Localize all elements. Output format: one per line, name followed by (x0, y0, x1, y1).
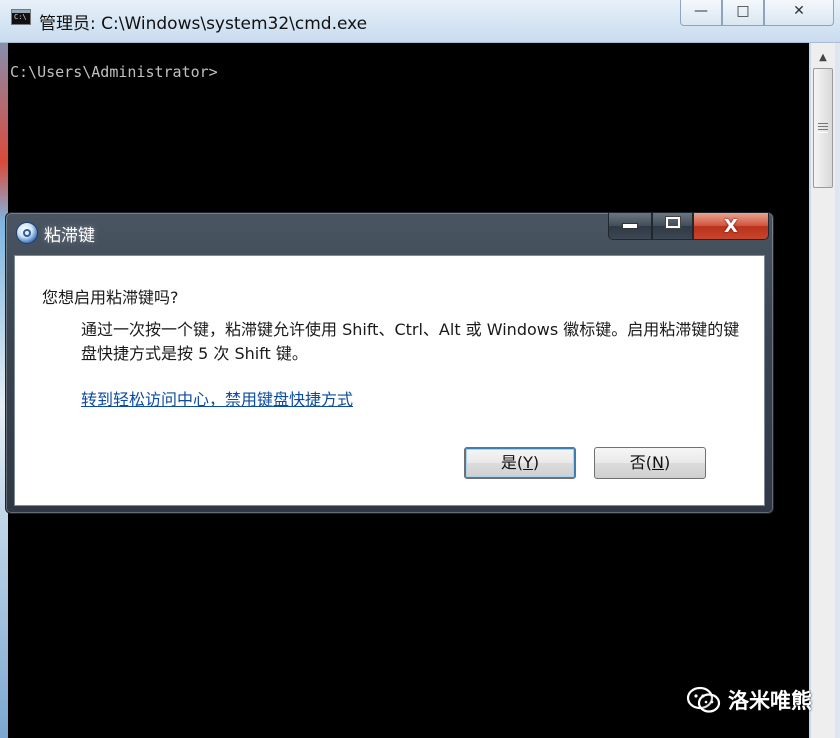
dialog-question: 您想启用粘滞键吗? (42, 288, 179, 307)
dialog-window-controls: X (608, 213, 770, 240)
cmd-minimize-button[interactable]: — (680, 0, 722, 26)
cmd-scrollbar[interactable]: ▲ (811, 43, 835, 738)
scroll-grip-icon (818, 123, 828, 124)
ease-of-access-icon (16, 222, 38, 244)
cmd-maximize-button[interactable]: □ (722, 0, 764, 26)
cmd-titlebar[interactable]: 管理员: C:\Windows\system32\cmd.exe — □ ✕ (0, 0, 840, 43)
no-button-label: 否( (629, 453, 653, 472)
ease-of-access-center-link[interactable]: 转到轻松访问中心，禁用键盘快捷方式 (81, 386, 353, 410)
maximize-icon (653, 217, 692, 228)
cmd-icon (11, 9, 31, 25)
maximize-icon: □ (736, 3, 750, 19)
dialog-content: 您想启用粘滞键吗? 通过一次按一个键，粘滞键允许使用 Shift、Ctrl、Al… (14, 255, 765, 506)
cmd-close-button[interactable]: ✕ (764, 0, 834, 26)
cmd-prompt: C:\Users\Administrator> (10, 63, 218, 81)
dialog-maximize-button[interactable] (652, 213, 693, 240)
close-icon: X (724, 216, 738, 237)
yes-mnemonic: Y (523, 453, 533, 472)
close-icon: ✕ (793, 3, 805, 19)
sticky-keys-dialog: 粘滞键 X 您想启用粘滞键吗? 通过一次按一个键，粘滞键允许使用 Shift、C… (5, 212, 774, 514)
dialog-description: 通过一次按一个键，粘滞键允许使用 Shift、Ctrl、Alt 或 Window… (81, 320, 740, 363)
minimize-icon (609, 223, 651, 229)
scroll-thumb[interactable] (813, 68, 833, 188)
dialog-close-button[interactable]: X (693, 213, 769, 240)
no-mnemonic: N (652, 453, 664, 472)
dialog-minimize-button[interactable] (608, 213, 652, 240)
cmd-window-title: 管理员: C:\Windows\system32\cmd.exe (39, 14, 368, 34)
dialog-title: 粘滞键 (44, 226, 95, 246)
watermark-text: 洛米唯熊 (728, 689, 812, 713)
yes-button[interactable]: 是(Y) (464, 447, 576, 479)
wechat-icon (686, 686, 721, 713)
scroll-up-arrow-icon[interactable]: ▲ (811, 48, 835, 68)
no-button[interactable]: 否(N) (594, 447, 706, 479)
minimize-icon: — (694, 3, 708, 19)
yes-button-label: 是( (500, 453, 524, 472)
